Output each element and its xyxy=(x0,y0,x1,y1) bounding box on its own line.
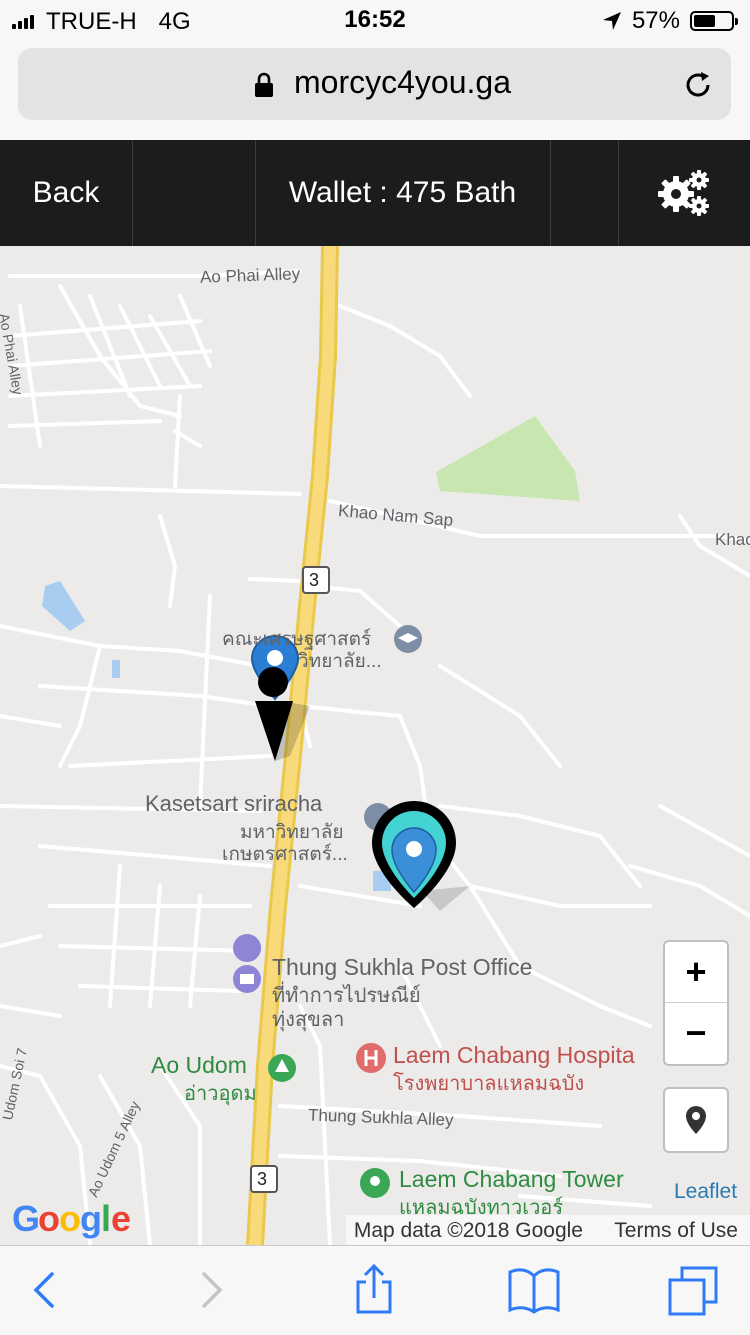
park-poi-icon xyxy=(268,1054,296,1082)
back-chevron-icon[interactable] xyxy=(18,1264,78,1316)
url-text[interactable]: morcyc4you.ga xyxy=(294,64,511,101)
forward-chevron-icon[interactable] xyxy=(180,1264,240,1316)
settings-button[interactable] xyxy=(618,140,750,246)
poi-label: อ่าวอุดม xyxy=(184,1083,257,1105)
battery-icon xyxy=(690,11,738,31)
map-tiles: G o o g l e xyxy=(0,246,750,1245)
back-label: Back xyxy=(32,176,100,209)
destination-marker[interactable] xyxy=(372,801,470,911)
svg-text:o: o xyxy=(59,1198,81,1239)
svg-text:g: g xyxy=(80,1198,102,1239)
bookmarks-icon[interactable] xyxy=(504,1264,564,1316)
poi-label: Laem Chabang Hospita xyxy=(393,1042,635,1068)
zoom-in-button[interactable]: + xyxy=(665,942,727,1002)
post-office-poi-icon xyxy=(233,934,262,993)
back-button[interactable]: Back xyxy=(0,140,132,246)
svg-text:G: G xyxy=(12,1198,40,1239)
location-arrow-icon xyxy=(602,12,621,30)
svg-text:l: l xyxy=(101,1198,111,1239)
browser-toolbar xyxy=(0,1245,750,1335)
street-label: Khac xyxy=(715,530,750,549)
header-divider xyxy=(550,140,551,246)
svg-text:e: e xyxy=(111,1198,131,1239)
poi-label: โรงพยาบาลแหลมฉบัง xyxy=(393,1073,585,1095)
app-header: Back Wallet : 475 Bath xyxy=(0,140,750,246)
poi-label: วิทยาลัย... xyxy=(298,651,382,672)
map-pin-icon xyxy=(686,1106,706,1134)
poi-label: เกษตรศาสตร์... xyxy=(222,844,348,865)
poi-label: ทุ่งสุขลา xyxy=(272,1009,345,1031)
locate-me-button[interactable] xyxy=(663,1087,729,1153)
route-number: 3 xyxy=(309,570,320,590)
reload-icon[interactable] xyxy=(681,68,715,102)
zoom-out-button[interactable]: − xyxy=(665,1002,727,1063)
pond xyxy=(42,581,85,631)
leaflet-link[interactable]: Leaflet xyxy=(674,1180,737,1204)
hospital-poi-icon xyxy=(356,1043,386,1073)
poi-label: Thung Sukhla Post Office xyxy=(272,954,533,980)
wallet-label: Wallet : 475 Bath xyxy=(288,176,517,209)
battery-percent: 57% xyxy=(631,7,680,34)
poi-label: Kasetsart sriracha xyxy=(145,791,323,816)
map-data-text: Map data ©2018 Google xyxy=(353,1219,583,1242)
lock-icon xyxy=(255,72,273,97)
park-area xyxy=(436,416,580,501)
street-label: Ao Phai Alley xyxy=(199,264,301,287)
pond xyxy=(112,660,120,678)
poi-label: Laem Chabang Tower xyxy=(399,1166,624,1192)
svg-text:o: o xyxy=(38,1198,60,1239)
school-poi-icon xyxy=(394,625,422,653)
google-logo: G o o g l e xyxy=(12,1198,131,1239)
wallet-balance: Wallet : 475 Bath xyxy=(255,140,550,246)
address-bar[interactable]: morcyc4you.ga xyxy=(18,48,731,120)
map-view[interactable]: G o o g l e Ao Phai Alley Ao Phai Alley xyxy=(0,246,750,1245)
poi-label: Ao Udom xyxy=(151,1052,247,1078)
tabs-icon[interactable] xyxy=(664,1264,724,1316)
status-bar: TRUE-H 4G 16:52 57% xyxy=(0,0,750,40)
shopping-poi-icon xyxy=(360,1168,390,1198)
zoom-control: + − xyxy=(663,940,729,1066)
header-divider xyxy=(132,140,133,246)
browser-chrome: morcyc4you.ga xyxy=(0,40,750,140)
share-icon[interactable] xyxy=(344,1264,404,1316)
map-attribution: Map data ©2018 Google Terms of Use xyxy=(345,1215,750,1245)
gears-icon xyxy=(658,170,709,216)
terms-link[interactable]: Terms of Use xyxy=(614,1219,738,1242)
route-number: 3 xyxy=(257,1169,268,1189)
